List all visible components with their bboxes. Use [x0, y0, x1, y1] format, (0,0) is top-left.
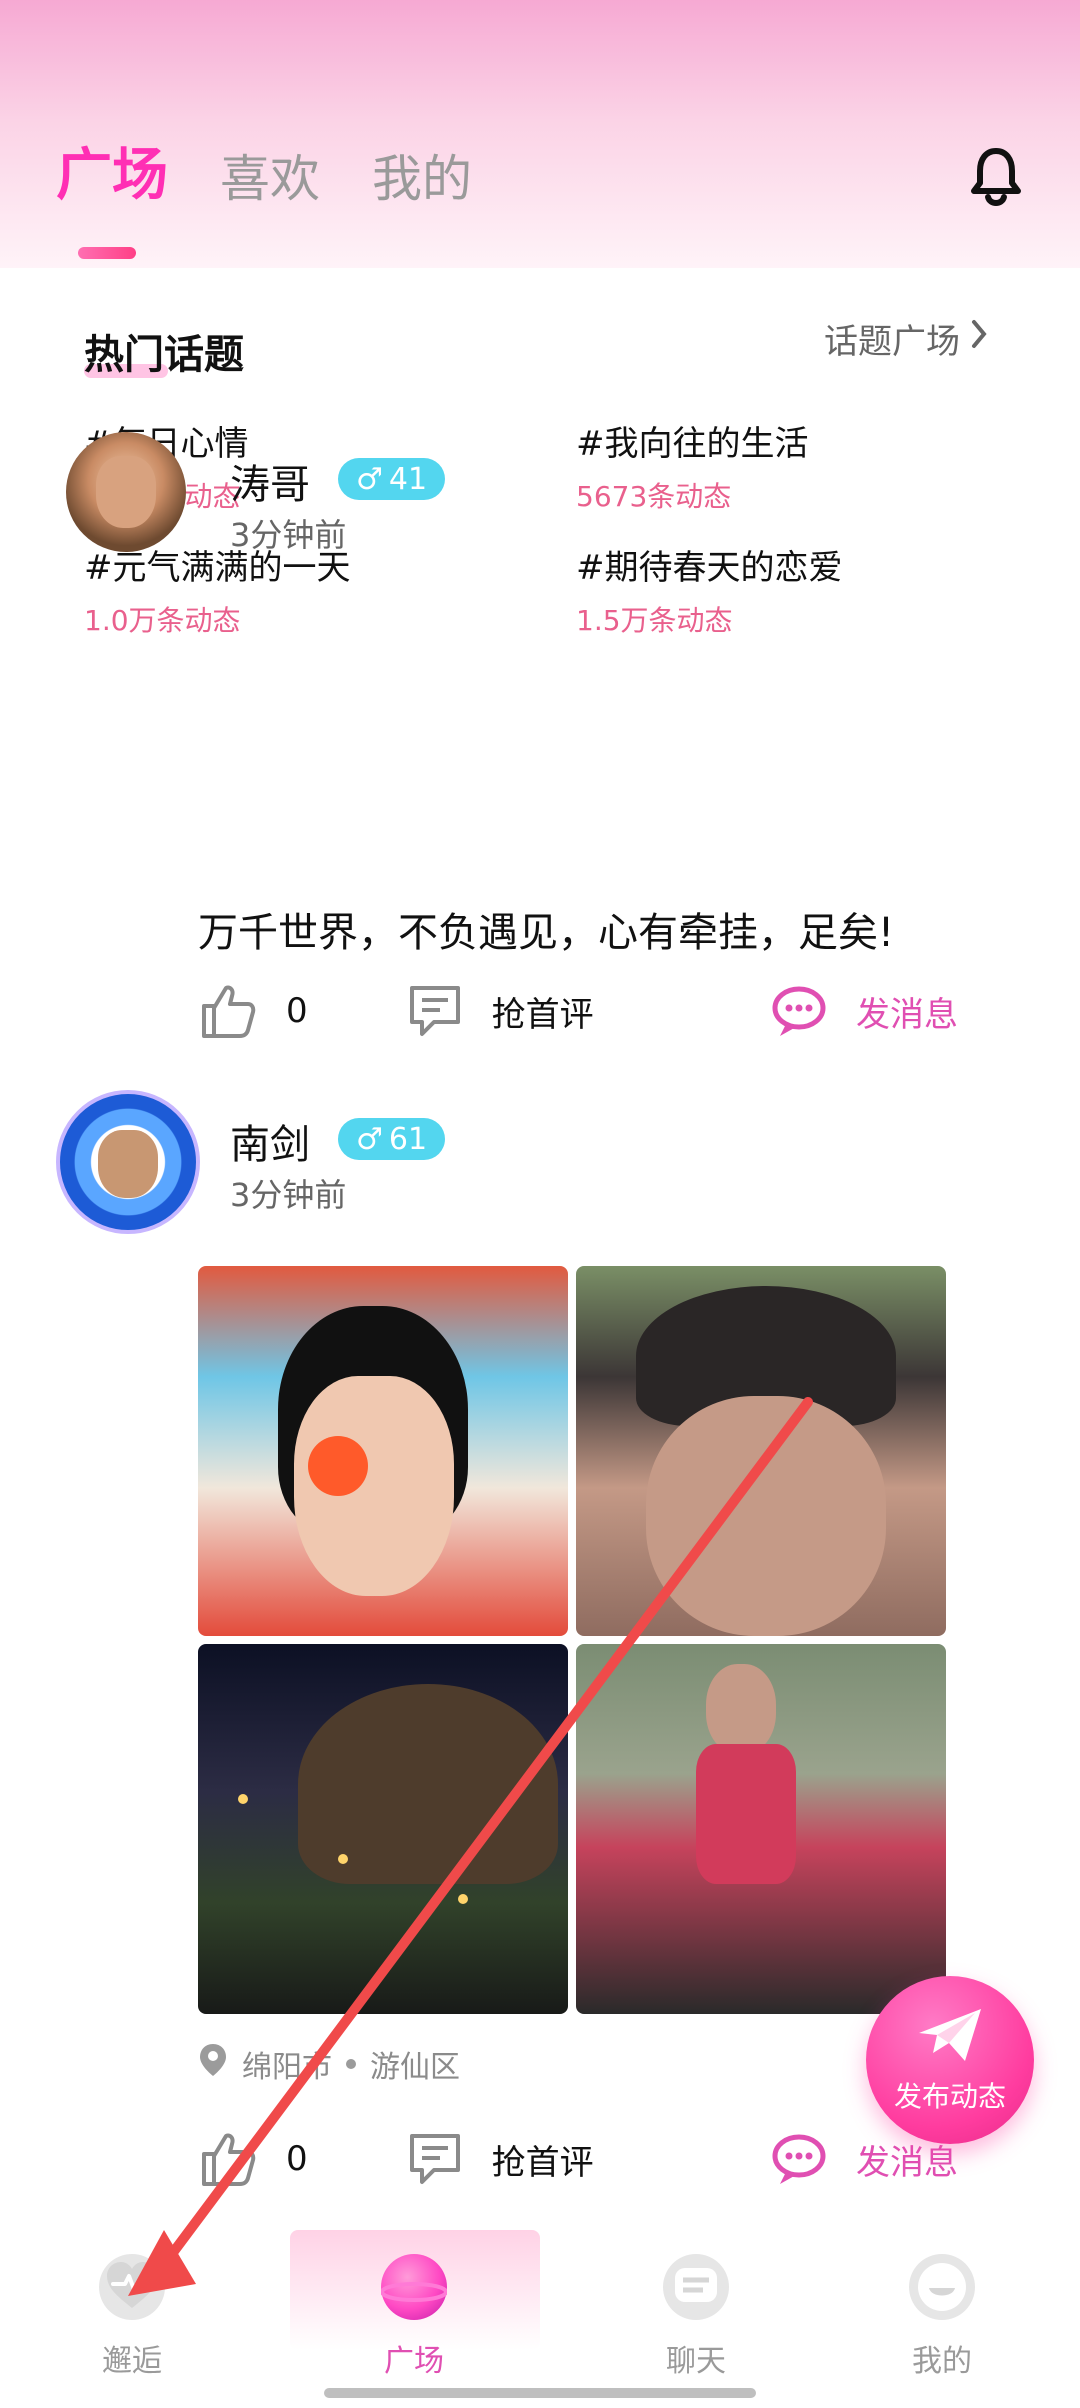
post-content: 万千世界，不负遇见，心有牵挂，足矣! [198, 910, 895, 956]
comment-icon [404, 980, 466, 1042]
topic-item[interactable]: #期待春天的恋爱 1.5万条动态 [576, 540, 1016, 639]
nav-label: 广场 [384, 2344, 444, 2379]
topic-name: #期待春天的恋爱 [576, 548, 843, 588]
planet-icon [380, 2254, 448, 2320]
chevron-right-icon [968, 318, 990, 359]
nav-label: 我的 [912, 2344, 972, 2379]
chat-bubble-icon [768, 2128, 830, 2190]
nav-item-square[interactable]: 广场 [324, 2254, 504, 2380]
age-value: 41 [388, 461, 428, 497]
like-button[interactable]: 0 [198, 980, 308, 1042]
post-username[interactable]: 涛哥 [230, 452, 310, 510]
nav-item-chat[interactable]: 聊天 [606, 2254, 786, 2380]
like-button[interactable]: 0 [198, 2128, 308, 2190]
tab-mine[interactable]: 我的 [372, 139, 472, 211]
location-pin-icon [198, 2042, 228, 2086]
comment-button[interactable]: 抢首评 [404, 2128, 594, 2190]
post-actions: 0 抢首评 发消息 [198, 976, 958, 1046]
top-tabs: 广场 喜欢 我的 [56, 130, 472, 259]
post-location: 绵阳市 游仙区 [198, 2042, 460, 2086]
post-time: 3分钟前 [230, 1176, 347, 1214]
thumbs-up-icon [198, 2128, 260, 2190]
topic-square-link[interactable]: 话题广场 [824, 314, 990, 363]
post-photo[interactable] [198, 1266, 568, 1636]
photo-grid [198, 1266, 946, 2014]
post-actions: 0 抢首评 发消息 [198, 2124, 958, 2194]
chat-bubble-icon [768, 980, 830, 1042]
top-header: 广场 喜欢 我的 [0, 0, 1080, 268]
thumbs-up-icon [198, 980, 260, 1042]
post-username[interactable]: 南剑 [230, 1112, 310, 1170]
nav-label: 聊天 [666, 2344, 726, 2379]
avatar[interactable] [56, 1090, 200, 1234]
nav-item-me[interactable]: 我的 [852, 2254, 1032, 2380]
comment-icon [404, 2128, 466, 2190]
tab-liked[interactable]: 喜欢 [220, 139, 320, 211]
post-photo[interactable] [576, 1644, 946, 2014]
comment-button[interactable]: 抢首评 [404, 980, 594, 1042]
nav-item-encounter[interactable]: 邂逅 [42, 2254, 222, 2380]
comment-label: 抢首评 [491, 2142, 594, 2183]
tab-square[interactable]: 广场 [56, 130, 168, 259]
bell-icon[interactable] [966, 145, 1026, 209]
bottom-navigation: 邂逅 广场 聊天 我的 [0, 2230, 1080, 2408]
publish-post-label: 发布动态 [893, 2080, 1006, 2113]
topic-name: #我向往的生活 [576, 424, 809, 464]
gender-age-badge: ♂ 41 [338, 458, 446, 500]
age-value: 61 [388, 1121, 428, 1157]
like-count: 0 [286, 991, 308, 1031]
heart-pulse-icon [99, 2254, 165, 2320]
post-photo[interactable] [576, 1266, 946, 1636]
hot-topics-title: 热门话题 [84, 322, 244, 380]
home-indicator [324, 2388, 756, 2398]
topic-square-label: 话题广场 [824, 322, 960, 362]
like-count: 0 [286, 2139, 308, 2179]
male-icon: ♂ [356, 461, 383, 497]
topic-item[interactable]: #我向往的生活 5673条动态 [576, 416, 1016, 515]
location-city: 绵阳市 [242, 2050, 332, 2085]
gender-age-badge: ♂ 61 [338, 1118, 446, 1160]
topic-count: 1.5万条动态 [576, 604, 733, 637]
profile-face-icon [909, 2254, 975, 2320]
avatar[interactable] [66, 432, 186, 552]
male-icon: ♂ [356, 1121, 383, 1157]
paper-plane-icon [915, 2005, 985, 2069]
separator-dot [346, 2059, 356, 2069]
location-district: 游仙区 [370, 2050, 460, 2085]
topic-count: 5673条动态 [576, 480, 732, 513]
topic-count: 1.0万条动态 [84, 604, 241, 637]
post-time: 3分钟前 [230, 516, 347, 554]
nav-label: 邂逅 [102, 2344, 162, 2379]
send-message-button[interactable]: 发消息 [768, 980, 958, 1042]
send-message-label: 发消息 [856, 994, 958, 1035]
post-photo[interactable] [198, 1644, 568, 2014]
chat-icon [663, 2254, 729, 2320]
comment-label: 抢首评 [491, 994, 594, 1035]
publish-post-button[interactable]: 发布动态 [866, 1976, 1034, 2144]
